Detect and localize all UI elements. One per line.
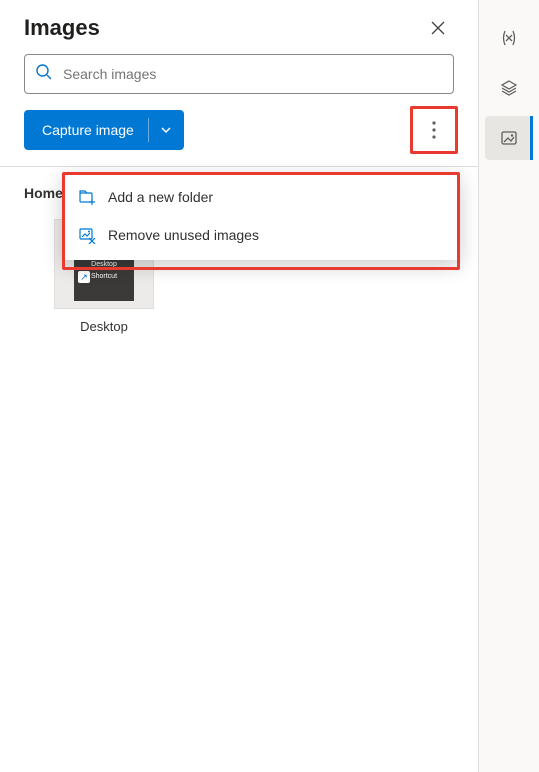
search-icon bbox=[35, 63, 53, 86]
close-button[interactable] bbox=[422, 12, 454, 44]
gallery-item-caption: Desktop bbox=[54, 319, 154, 334]
more-options-menu: Add a new folder Remove unused images bbox=[62, 172, 460, 260]
rail-active-indicator bbox=[530, 116, 533, 160]
menu-item-label: Add a new folder bbox=[108, 189, 213, 205]
capture-image-dropdown[interactable] bbox=[148, 110, 184, 150]
capture-image-label: Capture image bbox=[24, 110, 148, 150]
rail-layers-button[interactable] bbox=[485, 66, 533, 110]
menu-item-add-folder[interactable]: Add a new folder bbox=[62, 178, 460, 216]
thumb-inner-label-1: Desktop bbox=[91, 261, 117, 269]
search-box[interactable] bbox=[24, 54, 454, 94]
thumb-inner-label-2: Shortcut bbox=[91, 273, 117, 281]
close-icon bbox=[431, 21, 445, 35]
rail-images-button[interactable] bbox=[485, 116, 533, 160]
capture-image-button[interactable]: Capture image bbox=[24, 110, 184, 150]
rail-variables-button[interactable] bbox=[485, 16, 533, 60]
remove-images-icon bbox=[78, 226, 96, 244]
search-input[interactable] bbox=[63, 66, 443, 82]
add-folder-icon bbox=[78, 188, 96, 206]
layers-icon bbox=[499, 78, 519, 98]
menu-item-label: Remove unused images bbox=[108, 227, 259, 243]
chevron-down-icon bbox=[160, 124, 172, 136]
menu-item-remove-unused[interactable]: Remove unused images bbox=[62, 216, 460, 254]
more-vertical-icon bbox=[432, 121, 436, 139]
images-icon bbox=[499, 128, 519, 148]
more-options-button[interactable] bbox=[414, 110, 454, 150]
variables-icon bbox=[499, 28, 519, 48]
panel-title: Images bbox=[24, 15, 100, 41]
right-rail bbox=[479, 0, 539, 772]
shortcut-badge-icon: ↗ bbox=[78, 271, 90, 283]
